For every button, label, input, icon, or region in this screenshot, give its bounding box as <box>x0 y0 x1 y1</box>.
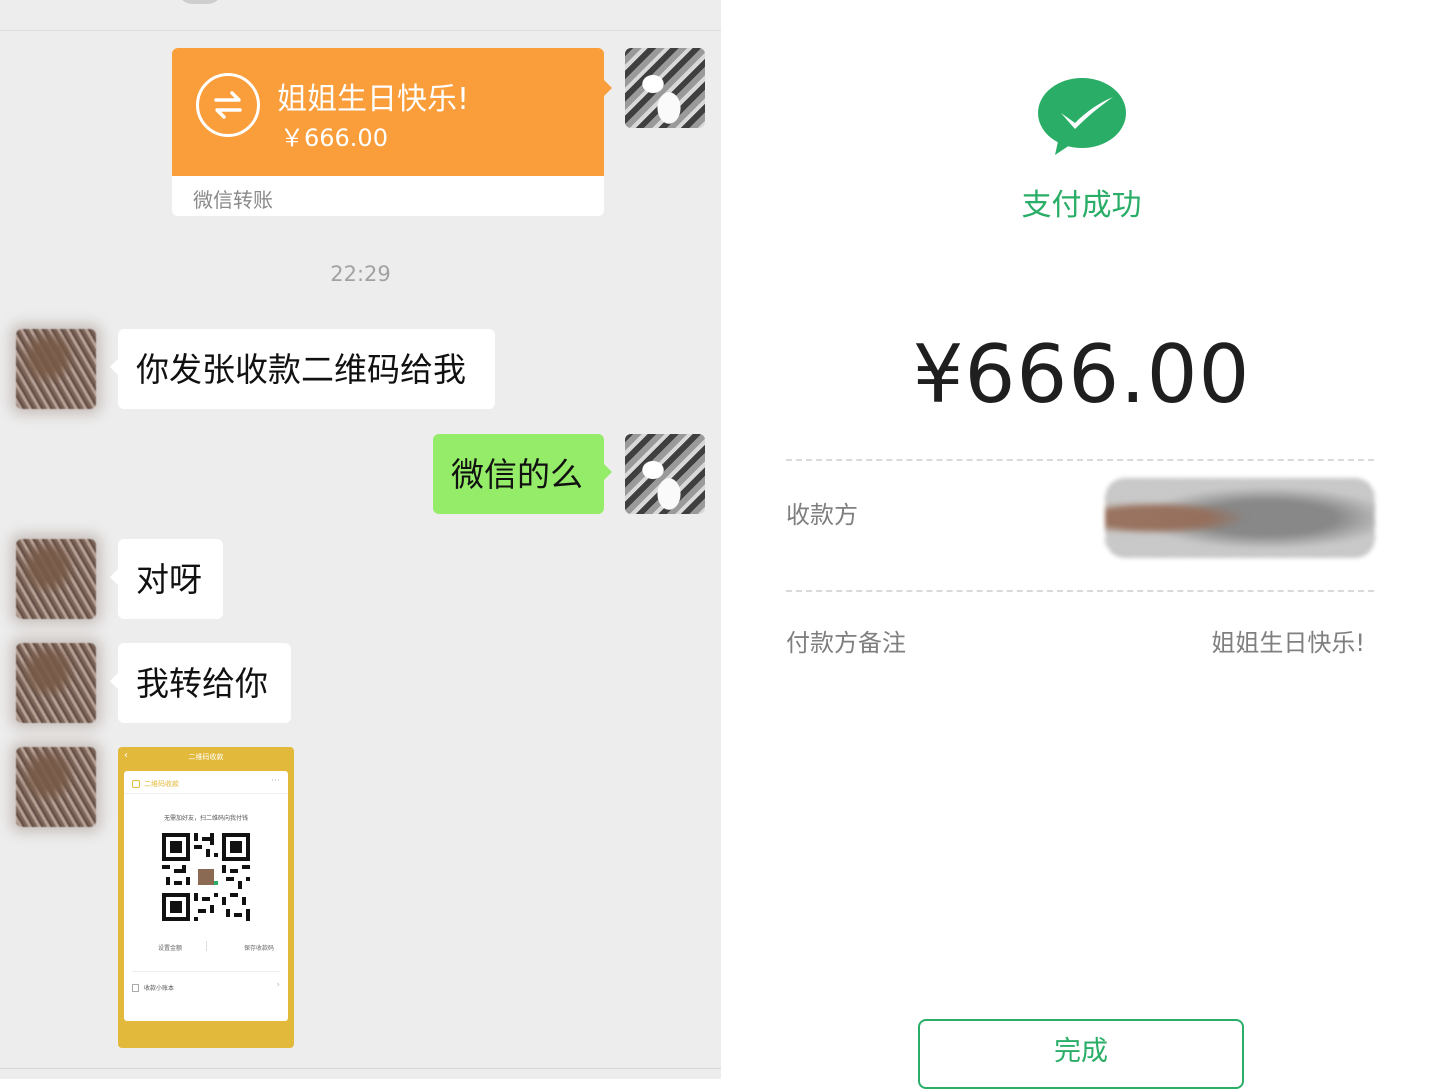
qr-screenshot-card: 二维码收款 ⋯ 无需加好友，扫二维码向我付钱 设置金额 保存收款码 收款小账本 … <box>124 771 288 1021</box>
wallet-icon <box>132 780 140 788</box>
dashed-divider <box>786 459 1374 461</box>
transfer-footer-label: 微信转账 <box>193 188 273 212</box>
qr-screenshot-header: 二维码收款 <box>188 753 224 761</box>
message-bubble[interactable]: 你发张收款二维码给我 <box>110 329 495 409</box>
wechat-pay-check-icon <box>1038 78 1126 155</box>
payment-status: 支付成功 <box>1021 188 1142 223</box>
transfer-card-body: 姐姐生日快乐! ￥666.00 <box>172 48 612 176</box>
message-text: 你发张收款二维码给我 <box>136 349 466 389</box>
cropped-avatar <box>178 0 222 4</box>
contact-avatar[interactable] <box>16 329 96 409</box>
message-bubble[interactable]: 我转给你 <box>110 643 291 723</box>
qr-screenshot-tab: 二维码收款 <box>144 780 179 788</box>
set-amount-link: 设置金额 <box>158 945 183 952</box>
self-avatar[interactable] <box>625 48 705 128</box>
contact-avatar[interactable] <box>16 643 96 723</box>
message-timestamp: 22:29 <box>330 262 391 286</box>
payment-amount: ¥666.00 <box>912 328 1251 421</box>
message-bubble[interactable]: 对呀 <box>110 539 223 619</box>
payee-avatar-redacted <box>1105 478 1375 558</box>
chevron-right-icon: › <box>276 980 280 990</box>
message-text: 微信的么 <box>451 454 583 494</box>
transfer-message-card[interactable]: 姐姐生日快乐! ￥666.00 微信转账 <box>172 48 612 216</box>
remark-value: 姐姐生日快乐! <box>1211 629 1365 657</box>
ledger-icon <box>132 984 139 992</box>
contact-avatar[interactable] <box>16 539 96 619</box>
transfer-footer: 微信转账 <box>172 176 604 216</box>
divider <box>132 971 280 972</box>
qr-screenshot-hint: 无需加好友，扫二维码向我付钱 <box>163 815 248 822</box>
qr-code-icon <box>162 833 250 921</box>
remark-label: 付款方备注 <box>786 629 906 657</box>
qr-screenshot-image[interactable]: ‹ 二维码收款 二维码收款 ⋯ 无需加好友，扫二维码向我付钱 设置金额 保存收款… <box>118 747 294 1048</box>
contact-avatar[interactable] <box>16 747 96 827</box>
save-code-link: 保存收款码 <box>243 945 274 952</box>
payee-label: 收款方 <box>786 501 858 529</box>
transfer-arrows-icon <box>196 73 260 137</box>
self-avatar[interactable] <box>625 434 705 514</box>
divider <box>0 30 721 31</box>
transfer-amount: ￥666.00 <box>280 124 388 152</box>
more-icon: ⋯ <box>271 776 280 786</box>
divider <box>0 1068 721 1069</box>
divider <box>124 793 288 794</box>
ledger-label: 收款小账本 <box>144 985 175 992</box>
message-text: 对呀 <box>136 559 202 599</box>
divider <box>206 941 207 951</box>
message-text: 我转给你 <box>136 663 268 703</box>
message-bubble[interactable]: 微信的么 <box>433 434 612 514</box>
dashed-divider <box>786 590 1374 592</box>
chat-panel: 姐姐生日快乐! ￥666.00 微信转账 22:29 你发张收款二维码给我 微信… <box>0 0 721 1079</box>
payment-success-panel: 支付成功 ¥666.00 收款方 付款方备注 姐姐生日快乐! 完成 <box>721 0 1442 1089</box>
transfer-title: 姐姐生日快乐! <box>277 82 470 117</box>
